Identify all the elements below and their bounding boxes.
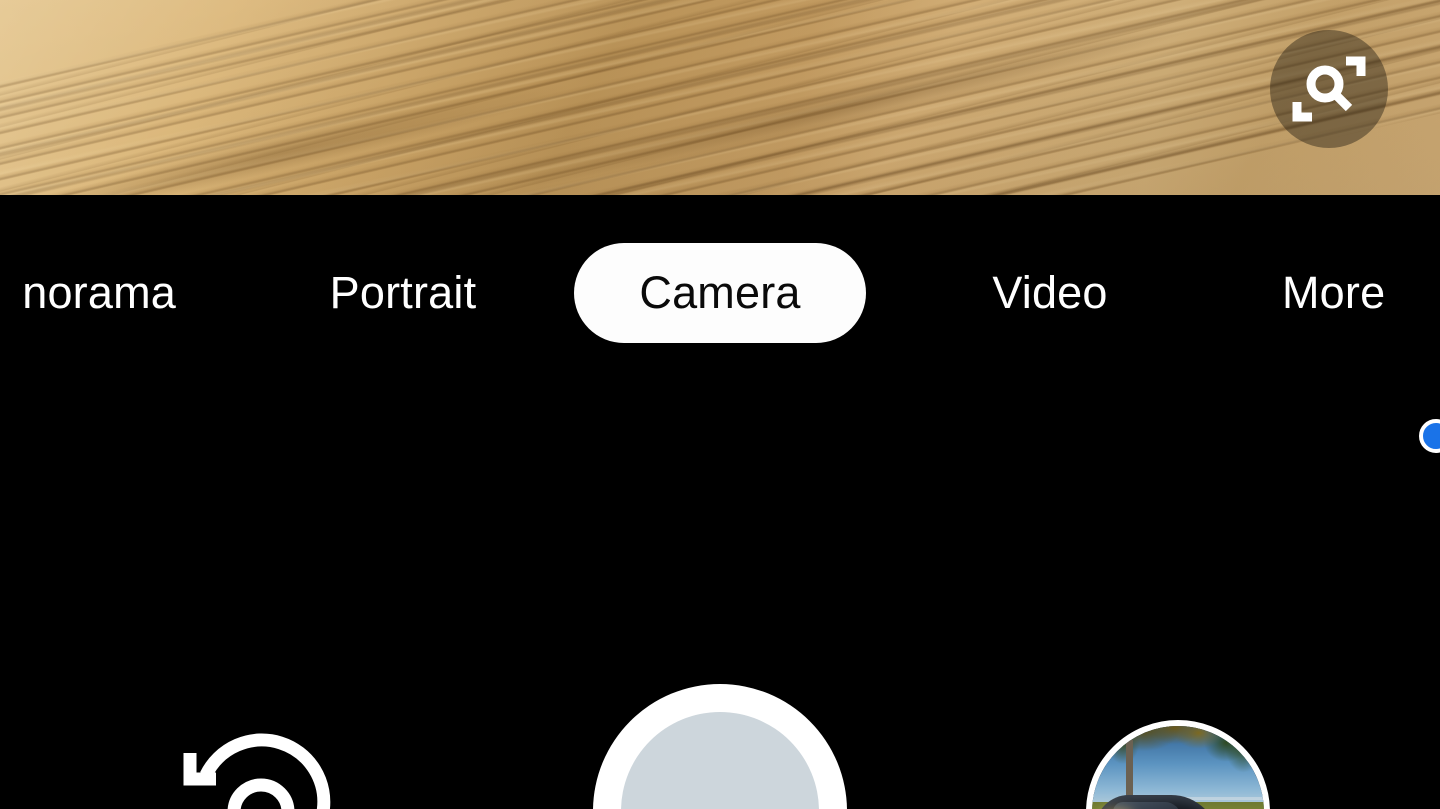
gallery-thumbnail-button[interactable]	[1086, 720, 1270, 809]
shutter-button[interactable]	[593, 684, 847, 809]
camera-controls-panel: norama Portrait Camera Video More	[0, 195, 1440, 809]
gallery-thumbnail-photo	[1092, 726, 1264, 809]
thumbnail-trees	[1092, 726, 1264, 795]
thumbnail-car-window	[1112, 801, 1182, 809]
google-lens-icon	[1291, 51, 1367, 127]
camera-flip-icon	[172, 723, 350, 809]
camera-action-row	[0, 195, 1440, 809]
camera-app-screen: norama Portrait Camera Video More	[0, 0, 1440, 809]
flip-camera-button[interactable]	[172, 723, 350, 809]
camera-viewfinder-preview[interactable]	[0, 0, 1440, 195]
viewfinder-lighting-overlay	[0, 0, 1440, 195]
google-lens-button[interactable]	[1270, 30, 1388, 148]
shutter-button-inner	[621, 712, 819, 809]
